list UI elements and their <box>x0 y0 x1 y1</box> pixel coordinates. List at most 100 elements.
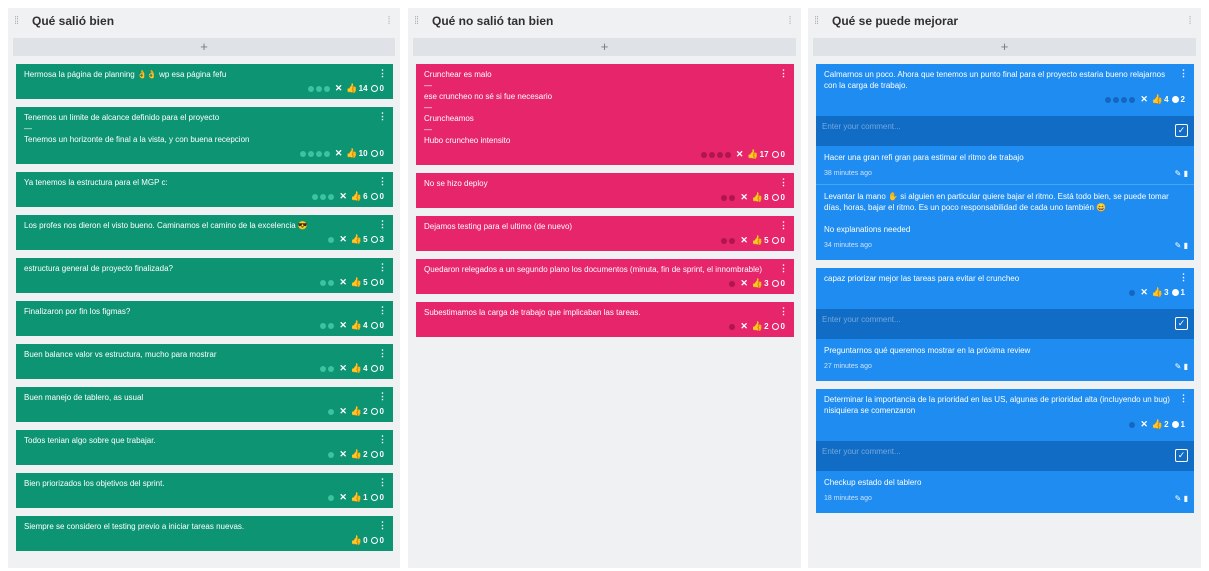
remove-vote-icon[interactable]: ✕ <box>339 406 347 417</box>
edit-icon[interactable]: ✎ <box>1175 362 1184 371</box>
submit-comment-icon[interactable]: ✓ <box>1175 317 1188 330</box>
remove-vote-icon[interactable]: ✕ <box>339 363 347 374</box>
card-menu-icon[interactable]: ⋮ <box>378 434 387 445</box>
submit-comment-icon[interactable]: ✓ <box>1175 449 1188 462</box>
remove-vote-icon[interactable]: ✕ <box>740 321 748 332</box>
remove-vote-icon[interactable]: ✕ <box>335 148 343 159</box>
thumbs-up-icon[interactable]: 👍 <box>351 406 362 417</box>
thumbs-up-icon[interactable]: 👍 <box>346 83 357 94</box>
card-menu-icon[interactable]: ⋮ <box>378 262 387 273</box>
remove-vote-icon[interactable]: ✕ <box>335 83 343 94</box>
comment-input[interactable]: Enter your comment... ✓ <box>816 309 1194 339</box>
comment-icon[interactable] <box>370 408 378 415</box>
remove-vote-icon[interactable]: ✕ <box>339 449 347 460</box>
retro-card[interactable]: Hermosa la página de planning 👌👌 wp esa … <box>16 64 393 99</box>
retro-card[interactable]: Calmarnos un poco. Ahora que tenemos un … <box>816 64 1194 260</box>
comment-icon[interactable] <box>771 151 779 158</box>
trash-icon[interactable]: ▮ <box>1184 241 1188 250</box>
card-menu-icon[interactable]: ⋮ <box>378 68 387 79</box>
card-menu-icon[interactable]: ⋮ <box>779 263 788 274</box>
comment-icon[interactable] <box>370 451 378 458</box>
thumbs-up-icon[interactable]: 👍 <box>1152 287 1163 298</box>
thumbs-up-icon[interactable]: 👍 <box>752 192 763 203</box>
edit-icon[interactable]: ✎ <box>1175 169 1184 178</box>
thumbs-up-icon[interactable]: 👍 <box>346 148 357 159</box>
remove-vote-icon[interactable]: ✕ <box>339 191 347 202</box>
remove-vote-icon[interactable]: ✕ <box>1140 287 1148 298</box>
card-menu-icon[interactable]: ⋮ <box>779 306 788 317</box>
retro-card[interactable]: Ya tenemos la estructura para el MGP c: ⋮… <box>16 172 393 207</box>
card-menu-icon[interactable]: ⋮ <box>1179 68 1188 79</box>
retro-card[interactable]: Determinar la importancia de la priorida… <box>816 389 1194 513</box>
retro-card[interactable]: Tenemos un limite de alcance definido pa… <box>16 107 393 164</box>
comment-icon[interactable] <box>370 236 378 243</box>
comment-icon[interactable] <box>370 494 378 501</box>
retro-card[interactable]: Finalizaron por fin los figmas? ⋮ ✕ 👍 4 0 <box>16 301 393 336</box>
trash-icon[interactable]: ▮ <box>1184 494 1188 503</box>
comment-icon[interactable] <box>771 323 779 330</box>
remove-vote-icon[interactable]: ✕ <box>339 320 347 331</box>
drag-handle-icon[interactable]: ⁞⁞ <box>814 15 828 27</box>
comment-icon[interactable] <box>370 322 378 329</box>
retro-card[interactable]: Siempre se considero el testing previo a… <box>16 516 393 551</box>
remove-vote-icon[interactable]: ✕ <box>339 234 347 245</box>
trash-icon[interactable]: ▮ <box>1184 362 1188 371</box>
thumbs-up-icon[interactable]: 👍 <box>752 235 763 246</box>
retro-card[interactable]: capaz priorizar mejor las tareas para ev… <box>816 268 1194 381</box>
remove-vote-icon[interactable]: ✕ <box>736 149 744 160</box>
comment-icon[interactable] <box>370 150 378 157</box>
comment-icon[interactable] <box>370 537 378 544</box>
thumbs-up-icon[interactable]: 👍 <box>351 320 362 331</box>
card-menu-icon[interactable]: ⋮ <box>378 348 387 359</box>
thumbs-up-icon[interactable]: 👍 <box>752 278 763 289</box>
retro-card[interactable]: Crunchear es malo — ese cruncheo no sé si … <box>416 64 794 165</box>
trash-icon[interactable]: ▮ <box>1184 169 1188 178</box>
comment-icon[interactable] <box>771 280 779 287</box>
comment-input[interactable]: Enter your comment... ✓ <box>816 441 1194 471</box>
thumbs-up-icon[interactable]: 👍 <box>351 277 362 288</box>
card-menu-icon[interactable]: ⋮ <box>378 111 387 122</box>
comment-icon[interactable] <box>370 85 378 92</box>
retro-card[interactable]: Todos tenian algo sobre que trabajar. ⋮ ✕ 👍… <box>16 430 393 465</box>
column-menu-icon[interactable]: ⁞ <box>785 15 795 27</box>
thumbs-up-icon[interactable]: 👍 <box>1152 419 1163 430</box>
add-card-button[interactable]: + <box>13 38 395 56</box>
add-card-button[interactable]: + <box>813 38 1196 56</box>
retro-card[interactable]: Los profes nos dieron el visto bueno. Ca… <box>16 215 393 250</box>
remove-vote-icon[interactable]: ✕ <box>1140 94 1148 105</box>
comment-input[interactable]: Enter your comment... ✓ <box>816 116 1194 146</box>
comment-icon[interactable] <box>771 194 779 201</box>
retro-card[interactable]: Dejamos testing para el ultimo (de nuevo… <box>416 216 794 251</box>
remove-vote-icon[interactable]: ✕ <box>740 192 748 203</box>
thumbs-up-icon[interactable]: 👍 <box>351 191 362 202</box>
card-menu-icon[interactable]: ⋮ <box>1179 272 1188 283</box>
comment-icon[interactable] <box>1171 96 1179 103</box>
drag-handle-icon[interactable]: ⁞⁞ <box>414 15 428 27</box>
comment-icon[interactable] <box>370 193 378 200</box>
thumbs-up-icon[interactable]: 👍 <box>747 149 758 160</box>
remove-vote-icon[interactable]: ✕ <box>339 277 347 288</box>
card-menu-icon[interactable]: ⋮ <box>378 305 387 316</box>
remove-vote-icon[interactable]: ✕ <box>740 235 748 246</box>
thumbs-up-icon[interactable]: 👍 <box>351 492 362 503</box>
remove-vote-icon[interactable]: ✕ <box>339 492 347 503</box>
thumbs-up-icon[interactable]: 👍 <box>351 363 362 374</box>
card-menu-icon[interactable]: ⋮ <box>378 477 387 488</box>
column-menu-icon[interactable]: ⁞ <box>384 15 394 27</box>
retro-card[interactable]: Subestimamos la carga de trabajo que imp… <box>416 302 794 337</box>
submit-comment-icon[interactable]: ✓ <box>1175 124 1188 137</box>
edit-icon[interactable]: ✎ <box>1175 494 1184 503</box>
retro-card[interactable]: Bien priorizados los objetivos del sprin… <box>16 473 393 508</box>
comment-icon[interactable] <box>771 237 779 244</box>
card-menu-icon[interactable]: ⋮ <box>378 176 387 187</box>
retro-card[interactable]: Buen balance valor vs estructura, mucho … <box>16 344 393 379</box>
edit-icon[interactable]: ✎ <box>1175 241 1184 250</box>
thumbs-up-icon[interactable]: 👍 <box>351 234 362 245</box>
comment-icon[interactable] <box>370 365 378 372</box>
card-menu-icon[interactable]: ⋮ <box>378 391 387 402</box>
retro-card[interactable]: Quedaron relegados a un segundo plano lo… <box>416 259 794 294</box>
column-menu-icon[interactable]: ⁞ <box>1185 15 1195 27</box>
drag-handle-icon[interactable]: ⁞⁞ <box>14 15 28 27</box>
card-menu-icon[interactable]: ⋮ <box>1179 393 1188 404</box>
comment-icon[interactable] <box>1171 421 1179 428</box>
